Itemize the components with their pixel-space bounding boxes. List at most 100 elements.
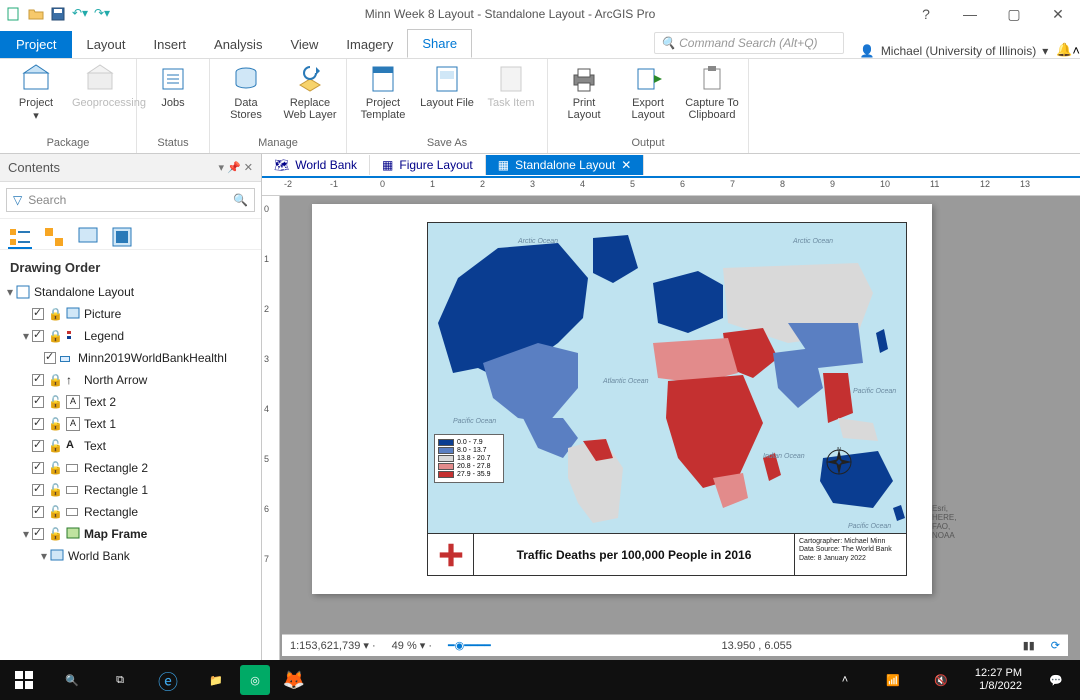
tree-text1[interactable]: 🔓AText 1 <box>4 413 257 435</box>
task-view-icon[interactable]: ⧉ <box>96 660 144 700</box>
file-tab[interactable]: Project <box>0 31 72 58</box>
pin-icon[interactable]: ▾ 📌 ✕ <box>218 161 253 174</box>
status-scale[interactable]: 1:153,621,739 ▾ · <box>290 639 376 652</box>
tree-map[interactable]: ▾World Bank <box>4 545 257 567</box>
project-package-button[interactable]: Project▾ <box>8 61 64 122</box>
checkbox-icon[interactable] <box>32 330 44 342</box>
maximize-button[interactable]: ▢ <box>992 6 1036 23</box>
zoom-slider[interactable]: ━◉━━━━ <box>448 639 491 652</box>
firefox-icon[interactable]: 🦊 <box>270 660 318 700</box>
status-zoom[interactable]: 49 % ▾ · <box>392 639 432 652</box>
tree-north-arrow[interactable]: 🔒↑North Arrow <box>4 369 257 391</box>
help-button[interactable]: ? <box>904 6 948 22</box>
action-center-icon[interactable]: 💬 <box>1032 660 1080 700</box>
tab-insert[interactable]: Insert <box>140 31 201 58</box>
signed-in-user[interactable]: 👤 Michael (University of Illinois) ▾ <box>852 44 1056 58</box>
checkbox-icon[interactable] <box>32 440 44 452</box>
checkbox-icon[interactable] <box>32 308 44 320</box>
qat-save-icon[interactable] <box>50 6 66 22</box>
close-button[interactable]: ✕ <box>1036 6 1080 23</box>
tree-legend[interactable]: ▾🔒Legend <box>4 325 257 347</box>
checkbox-icon[interactable] <box>32 462 44 474</box>
tree-map-frame[interactable]: ▾🔓Map Frame <box>4 523 257 545</box>
tree-rect2[interactable]: 🔓Rectangle 2 <box>4 457 257 479</box>
ruler-tick: -1 <box>330 179 338 189</box>
checkbox-icon[interactable] <box>32 484 44 496</box>
export-layout-button[interactable]: Export Layout <box>620 61 676 121</box>
start-button[interactable] <box>0 660 48 700</box>
close-icon[interactable]: ✕ <box>621 158 631 172</box>
map-frame-element[interactable]: Arctic Ocean Arctic Ocean Atlantic Ocean… <box>427 222 907 576</box>
tree-text[interactable]: 🔓AText <box>4 435 257 457</box>
qat-new-icon[interactable] <box>6 6 22 22</box>
jobs-button[interactable]: Jobs <box>145 61 201 109</box>
taskbar-clock[interactable]: 12:27 PM 1/8/2022 <box>965 667 1032 693</box>
map-footer: Traffic Deaths per 100,000 People in 201… <box>428 533 906 575</box>
tree-root[interactable]: ▾Standalone Layout <box>4 281 257 303</box>
contents-tree: ▾Standalone Layout 🔒Picture ▾🔒Legend Min… <box>0 281 261 660</box>
checkbox-icon[interactable] <box>32 418 44 430</box>
list-other-icon[interactable] <box>110 225 134 249</box>
ruler-tick: 5 <box>264 454 269 464</box>
tab-analysis[interactable]: Analysis <box>200 31 276 58</box>
ruler-tick: 0 <box>380 179 385 189</box>
list-by-drawing-order-icon[interactable] <box>8 225 32 249</box>
tree-text2[interactable]: 🔓AText 2 <box>4 391 257 413</box>
tree-rect1[interactable]: 🔓Rectangle 1 <box>4 479 257 501</box>
tray-network-icon[interactable]: 📶 <box>869 660 917 700</box>
data-stores-button[interactable]: Data Stores <box>218 61 274 121</box>
ribbon-collapse-icon[interactable]: ˄ <box>1072 43 1080 58</box>
refresh-icon[interactable]: ⟳ <box>1051 639 1060 652</box>
group-label-manage: Manage <box>218 135 338 153</box>
search-task-icon[interactable]: 🔍 <box>48 660 96 700</box>
contents-search[interactable]: ▽ Search 🔍 <box>6 188 255 212</box>
ie-icon[interactable]: ⓔ <box>144 660 192 700</box>
checkbox-icon[interactable] <box>32 374 44 386</box>
checkbox-icon[interactable] <box>32 506 44 518</box>
tray-volume-icon[interactable]: 🔇 <box>917 660 965 700</box>
tree-legend-label: Legend <box>84 329 124 343</box>
service-credits: Esri, HERE, FAO, NOAA <box>932 504 956 540</box>
tab-imagery[interactable]: Imagery <box>332 31 407 58</box>
doc-tab-world-bank[interactable]: 🗺World Bank <box>262 155 370 175</box>
qat-undo-icon[interactable]: ↶▾ <box>72 6 88 22</box>
notifications-icon[interactable]: 🔔 <box>1056 42 1072 58</box>
layout-file-button[interactable]: Layout File <box>419 61 475 109</box>
tree-legend-layer[interactable]: Minn2019WorldBankHealthI <box>4 347 257 369</box>
print-layout-button[interactable]: Print Layout <box>556 61 612 121</box>
replace-web-layer-label: Replace Web Layer <box>282 97 338 121</box>
pause-draw-icon[interactable]: ▮▮ <box>1023 639 1035 652</box>
checkbox-icon[interactable] <box>44 352 56 364</box>
layout-canvas[interactable]: Arctic Ocean Arctic Ocean Atlantic Ocean… <box>280 196 1080 660</box>
contents-title: Contents <box>8 160 60 175</box>
tree-picture[interactable]: 🔒Picture <box>4 303 257 325</box>
list-by-map-frame-icon[interactable] <box>76 225 100 249</box>
tab-layout[interactable]: Layout <box>72 31 139 58</box>
checkbox-icon[interactable] <box>32 396 44 408</box>
ruler-tick: 12 <box>980 179 990 189</box>
qat-redo-icon[interactable]: ↷▾ <box>94 6 110 22</box>
picture-icon <box>66 307 80 321</box>
list-by-element-type-icon[interactable] <box>42 225 66 249</box>
tab-share[interactable]: Share <box>407 29 472 58</box>
tree-text-label: Text <box>84 439 106 453</box>
svg-text:Pacific Ocean: Pacific Ocean <box>453 418 496 425</box>
doc-tab-standalone-layout[interactable]: ▦Standalone Layout✕ <box>486 155 645 175</box>
checkbox-icon[interactable] <box>32 528 44 540</box>
tree-rect[interactable]: 🔓Rectangle <box>4 501 257 523</box>
project-template-button[interactable]: Project Template <box>355 61 411 121</box>
minimize-button[interactable]: — <box>948 6 992 22</box>
qat-open-icon[interactable] <box>28 6 44 22</box>
doc-tab-figure-layout[interactable]: ▦Figure Layout <box>370 155 486 175</box>
command-search[interactable]: 🔍 Command Search (Alt+Q) <box>654 32 844 54</box>
ribbon-tabstrip: Project Layout Insert Analysis View Imag… <box>0 28 1080 58</box>
group-label-package: Package <box>8 135 128 153</box>
arcgis-icon[interactable]: ◎ <box>240 665 270 695</box>
replace-web-layer-button[interactable]: Replace Web Layer <box>282 61 338 121</box>
svg-text:Arctic Ocean: Arctic Ocean <box>792 238 833 245</box>
capture-clipboard-button[interactable]: Capture To Clipboard <box>684 61 740 121</box>
file-explorer-icon[interactable]: 📁 <box>192 660 240 700</box>
tray-chevron-icon[interactable]: ˄ <box>821 660 869 700</box>
tab-view[interactable]: View <box>276 31 332 58</box>
status-coords: 13.950 , 6.055 <box>722 640 792 652</box>
